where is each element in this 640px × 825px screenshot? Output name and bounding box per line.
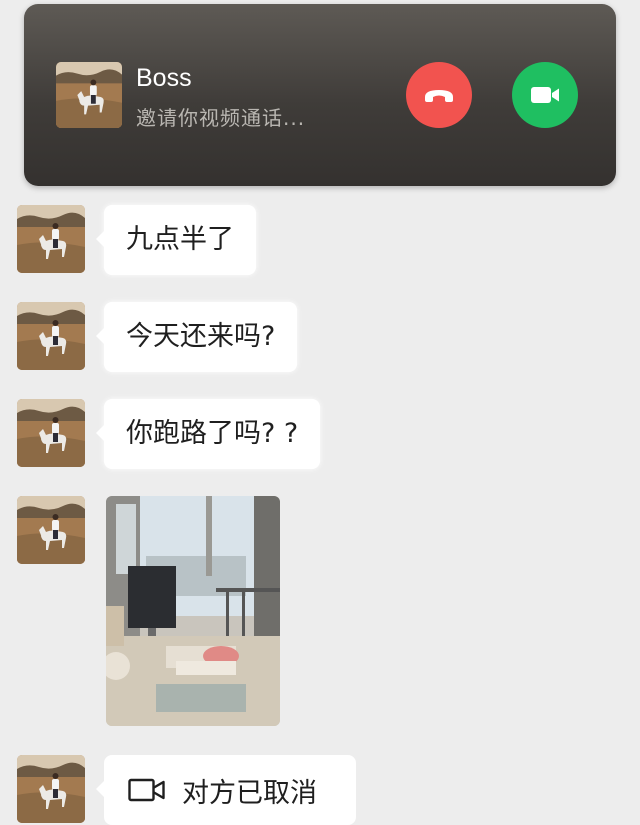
sender-avatar[interactable] — [17, 205, 85, 273]
message-bubble[interactable]: 你跑路了吗? ? — [95, 399, 321, 469]
sender-avatar[interactable] — [17, 302, 85, 370]
incoming-call-banner[interactable]: Boss 邀请你视频通话... — [24, 4, 616, 186]
video-camera-icon — [128, 778, 165, 802]
sender-avatar[interactable] — [17, 399, 85, 467]
message-bubble[interactable]: 九点半了 — [96, 205, 256, 275]
caller-name: Boss — [136, 64, 192, 92]
message-bubble[interactable]: 今天还来吗? — [95, 302, 298, 372]
office-desk-photo — [106, 496, 280, 726]
call-status-text: 邀请你视频通话... — [136, 106, 306, 130]
decline-call-button[interactable] — [406, 62, 472, 128]
image-message[interactable] — [106, 496, 280, 726]
accept-video-call-button[interactable] — [512, 62, 578, 128]
caller-avatar — [56, 62, 122, 128]
sender-avatar[interactable] — [17, 755, 85, 823]
call-record-bubble[interactable]: 对方已取消 — [96, 755, 356, 825]
video-camera-icon — [531, 87, 559, 103]
sender-avatar[interactable] — [17, 496, 85, 564]
call-record-text: 对方已取消 — [182, 777, 317, 809]
hang-up-icon — [425, 90, 453, 102]
